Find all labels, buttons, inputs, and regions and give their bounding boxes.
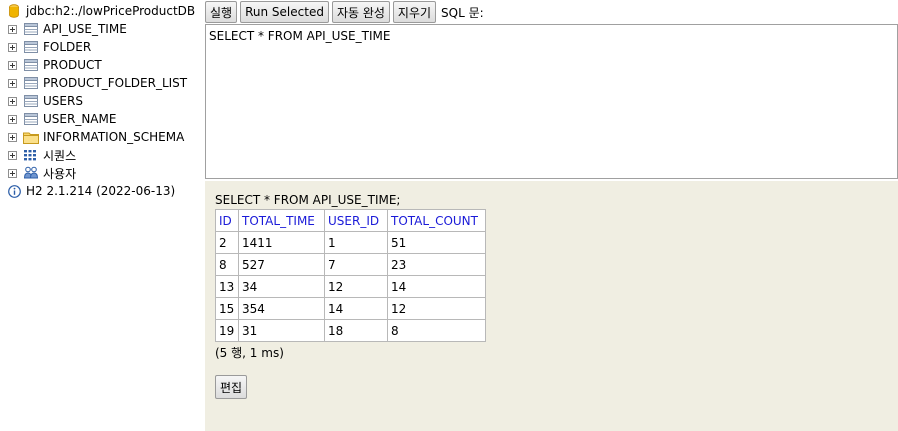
tree-item-product[interactable]: PRODUCT (0, 56, 102, 74)
tree-item-user-name[interactable]: USER_NAME (0, 110, 116, 128)
tree-item-users-group[interactable]: 사용자 (0, 164, 76, 182)
table-cell: 7 (324, 253, 388, 276)
table-cell: 18 (324, 319, 388, 342)
table-cell: 51 (387, 231, 486, 254)
database-icon (6, 4, 22, 18)
table-header-row: ID TOTAL_TIME USER_ID TOTAL_COUNT (215, 209, 486, 232)
tree-item-label: USER_NAME (43, 112, 117, 126)
table-cell: 13 (215, 275, 239, 298)
table-icon (23, 112, 39, 126)
table-row: 19 31 18 8 (215, 319, 486, 342)
sql-statement-label: SQL 문: (441, 5, 484, 20)
sql-editor[interactable]: SELECT * FROM API_USE_TIME (205, 24, 898, 179)
expand-icon[interactable] (8, 24, 17, 34)
tree-item-label: 사용자 (43, 166, 77, 181)
clear-button[interactable]: 지우기 (392, 1, 437, 23)
table-cell: 527 (238, 253, 325, 276)
table-icon (23, 40, 39, 54)
table-cell: 12 (387, 297, 486, 320)
autocomplete-button[interactable]: 자동 완성 (331, 1, 390, 23)
column-header-user-id[interactable]: USER_ID (324, 209, 388, 232)
table-cell: 14 (387, 275, 486, 298)
info-icon (6, 184, 22, 198)
table-cell: 8 (215, 253, 239, 276)
tree-item-information-schema[interactable]: INFORMATION_SCHEMA (0, 128, 184, 146)
folder-icon (23, 130, 39, 144)
expand-icon[interactable] (8, 168, 17, 178)
expand-icon[interactable] (8, 42, 17, 52)
tree-item-sequences[interactable]: 시퀀스 (0, 146, 76, 164)
table-cell: 354 (238, 297, 325, 320)
table-cell: 31 (238, 319, 325, 342)
tree-item-label: API_USE_TIME (43, 22, 127, 36)
tree-item-folder[interactable]: FOLDER (0, 38, 91, 56)
row-count-status: (5 행, 1 ms) (215, 346, 284, 360)
version-row: H2 2.1.214 (2022-06-13) (0, 182, 175, 200)
tree-item-label: PRODUCT_FOLDER_LIST (43, 76, 188, 90)
expand-icon[interactable] (8, 150, 17, 160)
result-table: ID TOTAL_TIME USER_ID TOTAL_COUNT 2 1411… (215, 209, 486, 342)
executed-query: SELECT * FROM API_USE_TIME; (215, 193, 401, 207)
tree-item-users[interactable]: USERS (0, 92, 83, 110)
table-cell: 23 (387, 253, 486, 276)
table-cell: 8 (387, 319, 486, 342)
table-icon (23, 58, 39, 72)
tree-item-product-folder-list[interactable]: PRODUCT_FOLDER_LIST (0, 74, 187, 92)
table-icon (23, 76, 39, 90)
table-cell: 12 (324, 275, 388, 298)
table-cell: 2 (215, 231, 239, 254)
table-row: 8 527 7 23 (215, 253, 486, 276)
table-row: 2 1411 1 51 (215, 231, 486, 254)
version-label: H2 2.1.214 (2022-06-13) (26, 184, 176, 198)
tree-item-label: USERS (43, 94, 83, 108)
table-cell: 15 (215, 297, 239, 320)
tree-item-label: 시퀀스 (43, 148, 77, 163)
connection-label: jdbc:h2:./lowPriceProductDB (26, 4, 196, 18)
table-cell: 14 (324, 297, 388, 320)
table-cell: 1 (324, 231, 388, 254)
tree-item-label: INFORMATION_SCHEMA (43, 130, 185, 144)
expand-icon[interactable] (8, 114, 17, 124)
sequence-icon (23, 148, 39, 162)
expand-icon[interactable] (8, 78, 17, 88)
table-cell: 1411 (238, 231, 325, 254)
run-selected-button[interactable]: Run Selected (240, 1, 329, 23)
table-cell: 19 (215, 319, 239, 342)
expand-icon[interactable] (8, 132, 17, 142)
object-tree: jdbc:h2:./lowPriceProductDB API_USE_TIME… (0, 0, 200, 431)
toolbar: 실행 Run Selected 자동 완성 지우기 SQL 문: (205, 0, 484, 24)
tree-item-label: PRODUCT (43, 58, 102, 72)
tree-item-label: FOLDER (43, 40, 92, 54)
tree-item-api-use-time[interactable]: API_USE_TIME (0, 20, 127, 38)
column-header-id[interactable]: ID (215, 209, 239, 232)
tree-connection-row[interactable]: jdbc:h2:./lowPriceProductDB (0, 2, 195, 20)
table-icon (23, 22, 39, 36)
expand-icon[interactable] (8, 96, 17, 106)
table-cell: 34 (238, 275, 325, 298)
users-icon (23, 166, 39, 180)
run-button[interactable]: 실행 (205, 1, 238, 23)
table-icon (23, 94, 39, 108)
table-row: 13 34 12 14 (215, 275, 486, 298)
edit-button[interactable]: 편집 (215, 375, 248, 399)
result-panel: SELECT * FROM API_USE_TIME; ID TOTAL_TIM… (205, 181, 898, 431)
table-row: 15 354 14 12 (215, 297, 486, 320)
expand-icon[interactable] (8, 60, 17, 70)
column-header-total-time[interactable]: TOTAL_TIME (238, 209, 325, 232)
column-header-total-count[interactable]: TOTAL_COUNT (387, 209, 486, 232)
